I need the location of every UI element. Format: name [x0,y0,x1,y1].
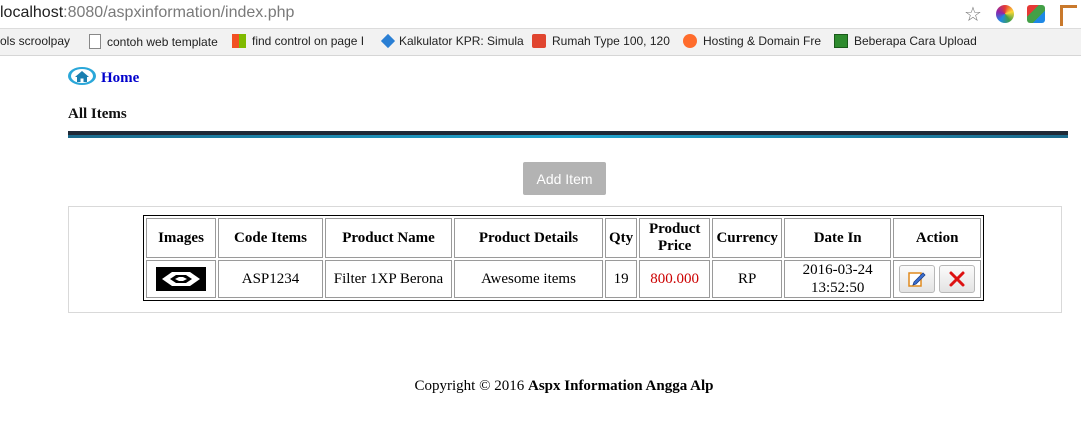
bookmark-item[interactable]: ols scroolpay [0,34,70,48]
delete-icon [949,271,965,287]
item-actions [893,260,982,298]
url-path: :8080/aspxinformation/index.php [63,4,295,21]
rp-icon [532,34,546,48]
item-time: 13:52:50 [811,280,865,296]
section-title: All Items [68,106,127,122]
bookmark-item[interactable]: Hosting & Domain Fre [683,34,821,48]
item-details: Awesome items [454,260,603,298]
column-header: Product Name [325,218,452,258]
item-code: ASP1234 [218,260,323,298]
column-header: Action [893,218,982,258]
bookmark-item[interactable]: contoh web template [89,34,218,49]
cpanel-icon [683,34,697,48]
home-link[interactable]: Home [101,70,139,87]
column-header: Currency [712,218,783,258]
column-header: Qty [605,218,638,258]
green-icon [834,34,848,48]
edit-icon [908,272,926,287]
header-divider [68,131,1068,138]
item-thumbnail [156,267,206,291]
item-name: Filter 1XP Berona [325,260,452,298]
item-price: 800.000 [639,260,711,298]
column-header: Images [146,218,216,258]
diamond-icon [380,33,396,49]
url-host: localhost [0,4,64,21]
table-header-row: Images Code Items Product Name Product D… [146,218,982,258]
bookmarks-bar: ols scroolpay contoh web template find c… [0,29,1081,56]
delete-button[interactable] [939,265,976,293]
items-table: Images Code Items Product Name Product D… [143,215,985,301]
address-bar[interactable]: localhost:8080/aspxinformation/index.php… [0,0,1081,29]
footer-copyright: Copyright © 2016 [414,378,528,394]
item-qty: 19 [605,260,638,298]
footer-brand: Aspx Information Angga Alp [528,378,714,394]
column-header: Product Price [639,218,711,258]
table-row: ASP1234 Filter 1XP Berona Awesome items … [146,260,982,298]
home-nav[interactable]: Home [67,64,139,87]
column-header: Product Details [454,218,603,258]
item-date-cell: 2016-03-24 13:52:50 [784,260,892,298]
item-currency: RP [712,260,783,298]
home-icon[interactable] [67,66,97,86]
item-date: 2016-03-24 [802,262,873,278]
url-text[interactable]: localhost:8080/aspxinformation/index.php [0,4,294,22]
footer: Copyright © 2016 Aspx Information Angga … [0,378,1081,395]
add-item-button[interactable]: Add Item [523,162,606,195]
extension-icon[interactable] [1027,5,1045,23]
windows-icon [232,34,246,48]
page-icon [89,34,101,49]
item-image-cell [146,260,216,298]
color-wheel-extension-icon[interactable] [996,5,1014,23]
menu-extension-icon[interactable] [1060,5,1077,26]
edit-button[interactable] [899,265,936,293]
column-header: Date In [784,218,892,258]
bookmark-item[interactable]: Kalkulator KPR: Simula [380,33,524,49]
bookmark-item[interactable]: Beberapa Cara Upload [834,34,977,48]
column-header: Code Items [218,218,323,258]
bookmark-star-icon[interactable]: ☆ [964,2,982,26]
bookmark-item[interactable]: Rumah Type 100, 120 [532,34,670,48]
bookmark-item[interactable]: find control on page I [232,34,364,48]
